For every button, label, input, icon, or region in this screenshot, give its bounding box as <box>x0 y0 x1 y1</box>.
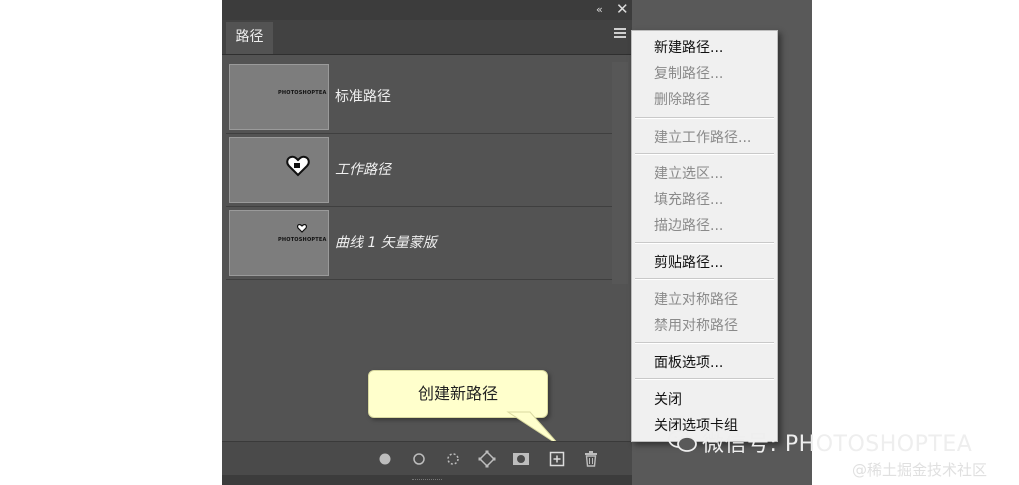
menu-separator <box>635 342 774 344</box>
path-name: 标准路径 <box>335 89 391 105</box>
panel-title-bar: ‹‹ ✕ <box>222 0 632 20</box>
menu-item-clipping-path[interactable]: 剪贴路径... <box>654 252 723 272</box>
menu-separator <box>635 153 774 155</box>
load-selection-icon[interactable] <box>442 448 464 470</box>
thumbnail-text: PHOTOSHOPTEA <box>278 90 327 96</box>
menu-item-make-symmetry-path[interactable]: 建立对称路径 <box>654 289 738 309</box>
menu-item-make-work-path[interactable]: 建立工作路径... <box>654 127 751 147</box>
panel-menu-icon[interactable] <box>614 26 626 40</box>
menu-item-make-selection[interactable]: 建立选区... <box>654 163 723 183</box>
new-path-tooltip: 创建新路径 <box>368 370 548 418</box>
menu-item-panel-options[interactable]: 面板选项... <box>654 352 723 372</box>
path-row-work[interactable]: 工作路径 <box>226 134 612 207</box>
panel-flyout-menu: 新建路径... 复制路径... 删除路径 建立工作路径... 建立选区... 填… <box>631 30 778 442</box>
panel-tab-bar: 路径 <box>222 20 632 55</box>
panel-resize-grip[interactable] <box>222 475 632 485</box>
menu-item-delete-path[interactable]: 删除路径 <box>654 89 710 109</box>
panel-scrollbar[interactable] <box>612 62 628 284</box>
source-credit: @稀土掘金技术社区 <box>852 461 988 479</box>
menu-item-disable-symmetry-path[interactable]: 禁用对称路径 <box>654 315 738 335</box>
menu-separator <box>635 117 774 119</box>
thumbnail-text: PHOTOSHOPTEA <box>278 237 327 243</box>
fill-path-icon[interactable] <box>374 448 396 470</box>
menu-separator <box>635 242 774 244</box>
panel-bottom-toolbar <box>222 441 632 476</box>
menu-item-stroke-path[interactable]: 描边路径... <box>654 215 723 235</box>
menu-item-close[interactable]: 关闭 <box>654 389 682 409</box>
close-panel-button[interactable]: ✕ <box>616 0 629 18</box>
heart-icon <box>297 224 307 233</box>
menu-item-duplicate-path[interactable]: 复制路径... <box>654 63 723 83</box>
watermark-text: 微信号: PHOTOSHOPTEA <box>702 432 973 457</box>
path-name: 工作路径 <box>335 162 391 178</box>
paths-panel: ‹‹ ✕ 路径 PHOTOSHOPTEA 标准路径 工作路径 PHOTOSHOP… <box>222 0 632 485</box>
menu-separator <box>635 378 774 380</box>
add-mask-icon[interactable] <box>510 448 532 470</box>
path-row-vector-mask[interactable]: PHOTOSHOPTEA 曲线 1 矢量蒙版 <box>226 207 612 280</box>
path-row-standard[interactable]: PHOTOSHOPTEA 标准路径 <box>226 61 612 134</box>
heart-icon <box>286 155 310 177</box>
path-thumbnail: PHOTOSHOPTEA <box>229 64 329 130</box>
delete-path-icon[interactable] <box>580 448 602 470</box>
collapse-panel-button[interactable]: ‹‹ <box>596 3 603 16</box>
make-work-path-icon[interactable] <box>476 448 498 470</box>
menu-item-new-path[interactable]: 新建路径... <box>654 37 723 57</box>
path-name: 曲线 1 矢量蒙版 <box>335 235 437 251</box>
path-thumbnail: PHOTOSHOPTEA <box>229 210 329 276</box>
menu-item-fill-path[interactable]: 填充路径... <box>654 189 723 209</box>
wechat-icon <box>668 430 697 452</box>
tab-paths[interactable]: 路径 <box>226 22 273 54</box>
stroke-path-icon[interactable] <box>408 448 430 470</box>
path-thumbnail <box>229 137 329 203</box>
new-path-icon[interactable] <box>546 448 568 470</box>
menu-separator <box>635 278 774 280</box>
